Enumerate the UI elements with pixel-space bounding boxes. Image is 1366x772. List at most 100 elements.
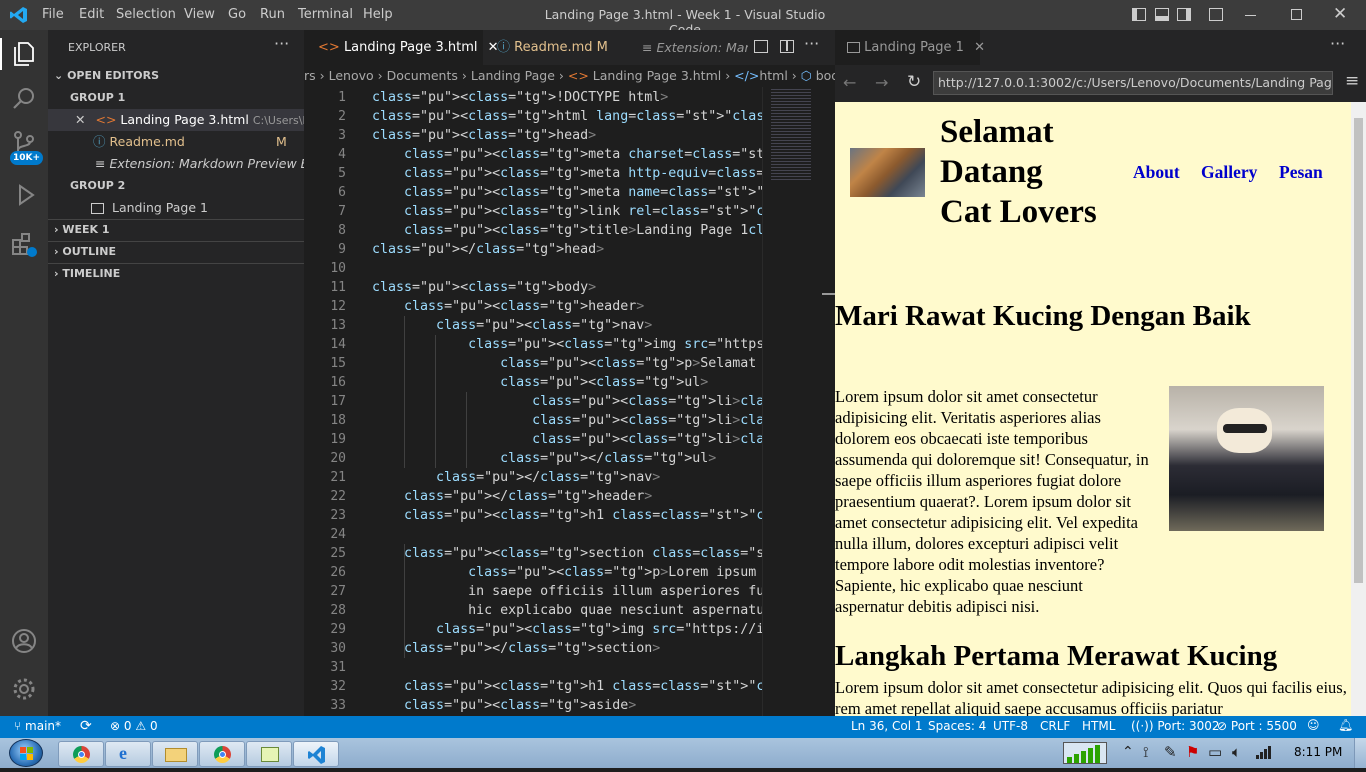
code-line[interactable]: class="pu"><class="tg">p>Selamat Datang …: [372, 354, 762, 373]
week-1-section[interactable]: › WEEK 1: [54, 219, 110, 241]
url-input[interactable]: http://127.0.0.1:3002/c:/Users/Lenovo/Do…: [933, 71, 1333, 95]
code-line[interactable]: class="pu"><class="tg">meta name=class="…: [372, 183, 762, 202]
code-line[interactable]: class="pu"><class="tg">img src="https://…: [372, 335, 762, 354]
chrome-taskbar-icon[interactable]: [58, 741, 104, 767]
breadcrumb-item[interactable]: Landing Page: [471, 68, 555, 83]
indentation[interactable]: Spaces: 4: [928, 719, 986, 733]
customize-layout-icon[interactable]: [1209, 8, 1223, 21]
code-line[interactable]: class="pu"></class="tg">head>: [372, 240, 604, 259]
close-tab-icon[interactable]: ✕: [974, 40, 985, 55]
code-line[interactable]: class="pu"><class="tg">h1 class=class="s…: [372, 677, 762, 696]
code-line[interactable]: class="pu"><class="tg">ul>: [372, 373, 708, 392]
menu-view[interactable]: View: [184, 7, 215, 22]
menu-run[interactable]: Run: [260, 7, 285, 22]
wifi-signal-icon[interactable]: ⟟: [1143, 743, 1149, 761]
signal-bars-icon[interactable]: [1256, 744, 1272, 759]
code-line[interactable]: class="pu"></class="tg">ul>: [372, 449, 716, 468]
code-line[interactable]: in saepe officiis illum asperiores fugi: [372, 582, 762, 601]
open-editor-extension[interactable]: ≡ Extension: Markdown Preview E...: [95, 153, 321, 175]
nav-link-about[interactable]: About: [1133, 162, 1180, 183]
timeline-section[interactable]: › TIMELINE: [54, 263, 120, 285]
file-explorer-taskbar-icon[interactable]: [152, 741, 198, 767]
code-area[interactable]: 1 class="pu"><class="tg">!DOCTYPE html> 2 c…: [304, 87, 762, 716]
show-hidden-icons-icon[interactable]: ⌃: [1122, 744, 1134, 760]
code-line[interactable]: class="pu"><class="tg">p>Lorem ipsum dol…: [372, 563, 762, 582]
tab-landing-page-1[interactable]: Landing Page 1 ✕: [835, 30, 985, 65]
vscode-taskbar-icon[interactable]: [293, 741, 339, 767]
menu-terminal[interactable]: Terminal: [298, 7, 353, 22]
split-editor-icon[interactable]: [780, 40, 794, 53]
tab-extension-preview[interactable]: ≡ Extension: Mark: [628, 30, 748, 65]
go-live-port[interactable]: ⊘ Port : 5500: [1217, 719, 1297, 733]
open-editor-landing-page-1[interactable]: Landing Page 1: [91, 197, 208, 219]
menu-file[interactable]: File: [42, 7, 64, 22]
menu-edit[interactable]: Edit: [79, 7, 104, 22]
code-line[interactable]: class="pu"></class="tg">nav>: [372, 468, 660, 487]
code-line[interactable]: class="pu"><class="tg">aside>: [372, 696, 636, 715]
breadcrumb-item[interactable]: body: [816, 68, 835, 83]
close-window-icon[interactable]: ✕: [1333, 4, 1347, 24]
problems-indicator[interactable]: ⊗ 0 ⚠ 0: [110, 719, 158, 733]
close-icon[interactable]: ✕: [75, 112, 85, 127]
back-icon[interactable]: ←: [843, 73, 856, 92]
tab-readme[interactable]: ⓘ Readme.md M: [482, 30, 628, 65]
code-line[interactable]: class="pu"><class="tg">!DOCTYPE html>: [372, 88, 668, 107]
settings-gear-icon[interactable]: [8, 676, 40, 708]
search-icon[interactable]: [8, 86, 40, 118]
menu-icon[interactable]: ≡: [1345, 71, 1359, 91]
notifications-bell-icon[interactable]: 🔔︎: [1338, 718, 1353, 732]
run-debug-icon[interactable]: [8, 182, 40, 214]
explorer-icon[interactable]: [8, 38, 40, 70]
open-editors-section[interactable]: ⌄ OPEN EDITORS: [54, 65, 159, 87]
open-preview-icon[interactable]: [754, 40, 768, 53]
code-line[interactable]: class="pu"><class="tg">li>class="pu"><cl…: [372, 392, 762, 411]
code-line[interactable]: class="pu"><class="tg">title>Landing Pag…: [372, 221, 762, 240]
vertical-scrollbar[interactable]: [822, 87, 835, 716]
feedback-icon[interactable]: ☺: [1307, 718, 1320, 732]
sync-icon[interactable]: ⟳: [80, 718, 92, 734]
code-line[interactable]: class="pu"></class="tg">section>: [372, 639, 660, 658]
restore-icon[interactable]: [1291, 9, 1302, 20]
volume-icon[interactable]: 🔈︎: [1232, 743, 1241, 761]
open-editor-readme[interactable]: ⓘ Readme.md M: [93, 131, 293, 153]
breadcrumb-item[interactable]: Documents: [387, 68, 458, 83]
code-line[interactable]: class="pu"><class="tg">head>: [372, 126, 596, 145]
nav-link-pesan[interactable]: Pesan: [1279, 162, 1323, 183]
code-line[interactable]: class="pu"><class="tg">section class=cla…: [372, 544, 762, 563]
flag-notification-icon[interactable]: ⚑: [1186, 743, 1199, 761]
more-actions-icon[interactable]: ···: [1330, 34, 1345, 53]
language-mode[interactable]: HTML: [1082, 719, 1115, 733]
toggle-panel-icon[interactable]: [1155, 8, 1169, 21]
code-line[interactable]: hic explicabo quae nesciunt aspernatur: [372, 601, 762, 620]
menu-selection[interactable]: Selection: [116, 7, 176, 22]
show-desktop-button[interactable]: [1354, 738, 1366, 768]
outline-section[interactable]: › OUTLINE: [54, 241, 116, 263]
code-line[interactable]: class="pu"><class="tg">meta http-equiv=c…: [372, 164, 762, 183]
battery-icon[interactable]: ▭: [1208, 743, 1222, 761]
notes-taskbar-icon[interactable]: [246, 741, 292, 767]
minimize-icon[interactable]: [1245, 15, 1256, 16]
account-icon[interactable]: [8, 628, 40, 660]
code-line[interactable]: class="pu"><class="tg">html lang=class="…: [372, 107, 762, 126]
live-server-port[interactable]: ((·)) Port: 3002: [1131, 719, 1220, 733]
cursor-position[interactable]: Ln 36, Col 1: [851, 719, 923, 733]
code-line[interactable]: class="pu"><class="tg">meta charset=clas…: [372, 145, 762, 164]
breadcrumb-item[interactable]: Landing Page 3.html: [593, 68, 721, 83]
toggle-secondary-sidebar-icon[interactable]: [1177, 8, 1191, 21]
forward-icon[interactable]: →: [875, 73, 888, 92]
code-line[interactable]: class="pu"><class="tg">link rel=class="s…: [372, 202, 762, 221]
breadcrumb-item[interactable]: html: [759, 68, 787, 83]
more-actions-icon[interactable]: ···: [274, 34, 289, 53]
code-line[interactable]: class="pu"><class="tg">header>: [372, 297, 644, 316]
branch-indicator[interactable]: ⑂ main*: [14, 719, 61, 733]
tab-landing-page-3[interactable]: <> Landing Page 3.html ✕: [304, 30, 499, 65]
code-line[interactable]: class="pu"><class="tg">nav>: [372, 316, 652, 335]
internet-explorer-taskbar-icon[interactable]: e: [105, 741, 151, 767]
toggle-sidebar-icon[interactable]: [1132, 8, 1146, 21]
nav-link-gallery[interactable]: Gallery: [1201, 162, 1257, 183]
page-scrollbar[interactable]: [1351, 102, 1366, 716]
minimap[interactable]: [762, 87, 822, 716]
code-line[interactable]: class="pu"><class="tg">li>class="pu"><cl…: [372, 411, 762, 430]
network-meter-icon[interactable]: [1063, 742, 1107, 764]
code-line[interactable]: class="pu"></class="tg">header>: [372, 487, 652, 506]
